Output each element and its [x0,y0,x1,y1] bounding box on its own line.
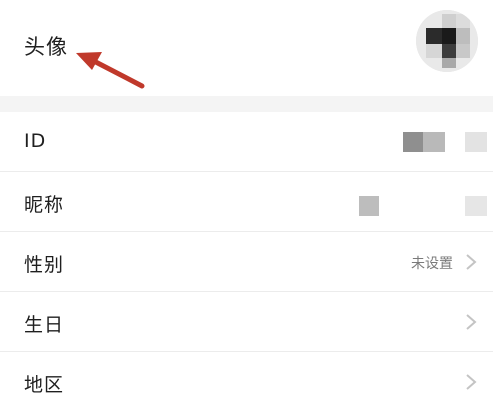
nickname-value-redacted [359,196,379,216]
avatar-image [416,10,478,72]
nickname-value-redacted-2 [465,196,487,216]
section-separator [0,96,493,112]
avatar[interactable] [416,10,478,72]
chevron-right-icon [466,314,477,330]
id-value-redacted-3 [465,132,487,152]
row-region-label: 地区 [24,374,65,396]
row-gender[interactable]: 性别 未设置 [0,232,493,292]
avatar-row[interactable]: 头像 [0,0,493,96]
row-gender-value: 未设置 [411,256,453,272]
chevron-right-icon [466,374,477,390]
row-id-label: ID [24,130,47,152]
profile-settings-page: 头像 ID 昵称 性别 未设置 生日 地区 [0,0,493,400]
id-value-redacted-2 [423,132,445,152]
row-region[interactable]: 地区 [0,352,493,400]
id-value-redacted [403,132,423,152]
chevron-right-icon [466,254,477,270]
row-nickname-label: 昵称 [24,194,65,216]
row-nickname[interactable]: 昵称 [0,172,493,232]
row-id[interactable]: ID [0,112,493,172]
avatar-label: 头像 [24,35,68,59]
row-birthday[interactable]: 生日 [0,292,493,352]
row-gender-label: 性别 [24,254,65,276]
row-birthday-label: 生日 [24,314,65,336]
annotation-arrow-icon [76,52,145,89]
